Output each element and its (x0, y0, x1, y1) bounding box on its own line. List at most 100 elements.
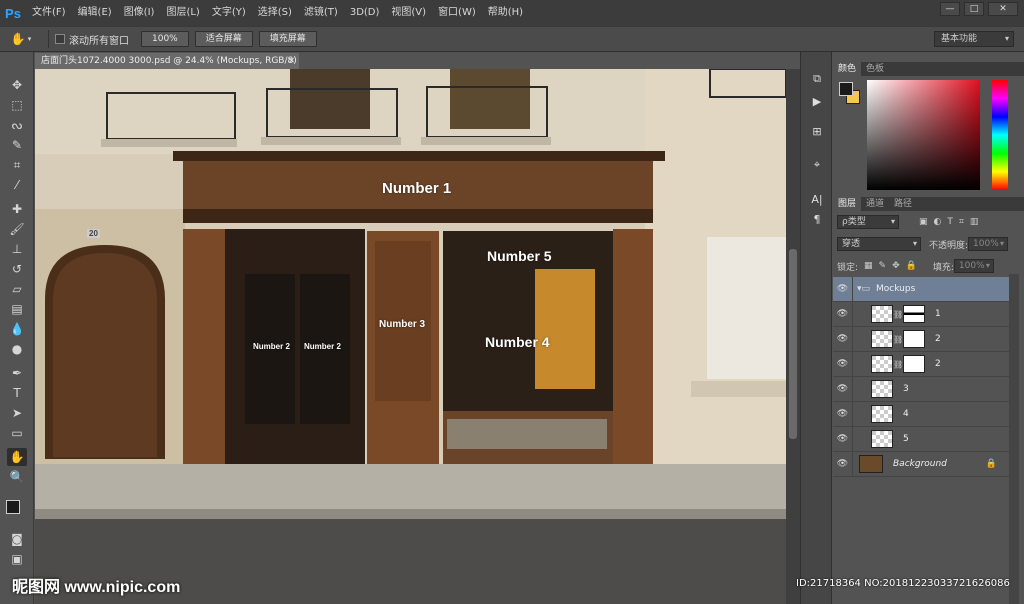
fill-screen-button[interactable]: 填充屏幕 (258, 31, 317, 47)
link-icon[interactable]: ⛓ (893, 310, 903, 319)
type-tool-icon[interactable]: T (7, 384, 27, 402)
hue-slider[interactable] (992, 80, 1008, 190)
minimize-button[interactable]: — (940, 2, 960, 16)
eyedropper-tool-icon[interactable]: ⁄ (7, 176, 27, 194)
eye-icon[interactable]: 👁 (833, 401, 853, 427)
zoom-tool-icon[interactable]: 🔍 (7, 468, 27, 486)
menu-file[interactable]: 文件(F) (26, 0, 72, 26)
layers-scrollbar[interactable] (1009, 274, 1019, 604)
eye-icon[interactable]: 👁 (833, 301, 853, 327)
brush-tool-icon[interactable]: 🖌 (7, 220, 27, 238)
menu-layer[interactable]: 图层(L) (160, 0, 205, 26)
link-icon[interactable]: ⛓ (893, 360, 903, 369)
fit-screen-button[interactable]: 适合屏幕 (194, 31, 253, 47)
panel-color-swatches[interactable] (839, 82, 861, 106)
actual-pixels-button[interactable]: 100% (141, 31, 189, 47)
pen-tool-icon[interactable]: ✒ (7, 364, 27, 382)
opacity-input[interactable]: 100% (968, 237, 1009, 251)
eye-icon[interactable]: 👁 (833, 276, 853, 302)
fill-input[interactable]: 100% (953, 259, 994, 273)
canvas-vertical-scrollbar[interactable] (786, 69, 800, 604)
clone-stamp-tool-icon[interactable]: ⊥ (7, 240, 27, 258)
layer-2a[interactable]: 👁 ⛓ 2 (833, 326, 1009, 352)
healing-brush-tool-icon[interactable]: ✚ (7, 200, 27, 218)
menu-select[interactable]: 选择(S) (252, 0, 298, 26)
properties-panel-icon[interactable]: ⊞ (809, 124, 825, 138)
menu-window[interactable]: 窗口(W) (432, 0, 482, 26)
layer-mask-thumbnail[interactable] (903, 330, 925, 348)
blend-mode-select[interactable]: 穿透 (837, 237, 921, 251)
eye-icon[interactable]: 👁 (833, 351, 853, 377)
scroll-all-windows-checkbox[interactable] (55, 34, 65, 44)
tab-paths[interactable]: 路径 (889, 197, 917, 211)
lock-row: 锁定: ▦✎✥🔒 填充: 100% (837, 258, 1019, 274)
quick-mask-icon[interactable]: ◙ (7, 530, 27, 548)
brush-panel-icon[interactable]: ⌖ (809, 158, 825, 172)
foreground-color-swatch[interactable] (6, 500, 20, 514)
crop-tool-icon[interactable]: ⌗ (7, 156, 27, 174)
menu-edit[interactable]: 编辑(E) (72, 0, 118, 26)
tool-preset-picker[interactable]: ✋ ▾ (0, 27, 42, 51)
number-1-label: Number 1 (382, 180, 452, 197)
lasso-tool-icon[interactable]: ᔓ (7, 116, 27, 134)
tab-swatches[interactable]: 色板 (861, 62, 889, 76)
layer-1[interactable]: 👁 ⛓ 1 (833, 301, 1009, 327)
blur-tool-icon[interactable]: 💧 (7, 320, 27, 338)
chevron-down-icon: ▾ (27, 35, 32, 43)
shape-tool-icon[interactable]: ▭ (7, 424, 27, 442)
eye-icon[interactable]: 👁 (833, 326, 853, 352)
layer-filter-kind[interactable]: ρ类型 (837, 215, 899, 229)
layer-3[interactable]: 👁 3 (833, 376, 1009, 402)
eye-icon[interactable]: 👁 (833, 451, 853, 477)
tab-color[interactable]: 颜色 (833, 62, 862, 76)
tab-layers[interactable]: 图层 (833, 197, 862, 211)
link-icon[interactable]: ⛓ (893, 335, 903, 344)
scrollbar-thumb[interactable] (789, 249, 797, 439)
path-select-tool-icon[interactable]: ➤ (7, 404, 27, 422)
eye-icon[interactable]: 👁 (833, 426, 853, 452)
layer-background[interactable]: 👁 Background 🔒 (833, 451, 1009, 477)
layer-4[interactable]: 👁 4 (833, 401, 1009, 427)
menu-image[interactable]: 图像(I) (118, 0, 161, 26)
history-panel-icon[interactable]: ⧉ (809, 72, 825, 86)
color-spectrum-field[interactable] (867, 80, 980, 190)
layer-name: 4 (903, 409, 909, 419)
quick-select-tool-icon[interactable]: ✎ (7, 136, 27, 154)
number-4-label: Number 4 (485, 334, 550, 350)
layer-filter-icons[interactable]: ▣◐T⌗▥ (919, 217, 984, 227)
document-canvas[interactable]: Number 1 Number 2 Number 2 Number 3 Numb… (35, 69, 786, 604)
menu-filter[interactable]: 滤镜(T) (298, 0, 344, 26)
actions-panel-icon[interactable]: ▶ (809, 94, 825, 108)
color-swatches[interactable] (6, 500, 30, 524)
menu-view[interactable]: 视图(V) (385, 0, 432, 26)
gradient-tool-icon[interactable]: ▤ (7, 300, 27, 318)
tab-channels[interactable]: 通道 (861, 197, 889, 211)
lock-label: 锁定: (837, 262, 859, 273)
eye-icon[interactable]: 👁 (833, 376, 853, 402)
restore-button[interactable]: □ (964, 2, 984, 16)
marquee-tool-icon[interactable]: ⬚ (7, 96, 27, 114)
layer-2b[interactable]: 👁 ⛓ 2 (833, 351, 1009, 377)
menu-3d[interactable]: 3D(D) (344, 0, 386, 26)
screen-mode-icon[interactable]: ▣ (7, 550, 27, 568)
dodge-tool-icon[interactable]: ● (7, 340, 27, 358)
layer-5[interactable]: 👁 5 (833, 426, 1009, 452)
paragraph-panel-icon[interactable]: ¶ (809, 212, 825, 226)
eraser-tool-icon[interactable]: ▱ (7, 280, 27, 298)
document-tab[interactable]: 店面门头1072.4000 3000.psd @ 24.4% (Mockups,… (35, 53, 299, 69)
hand-tool-icon[interactable]: ✋ (7, 448, 27, 466)
panel-icon-dock: ⧉ ▶ ⊞ ⌖ A| ¶ (800, 52, 832, 604)
layer-mask-thumbnail[interactable] (903, 355, 925, 373)
lock-icons[interactable]: ▦✎✥🔒 (864, 261, 923, 271)
character-panel-icon[interactable]: A| (809, 192, 825, 206)
close-button[interactable]: ✕ (988, 2, 1018, 16)
move-tool-icon[interactable]: ✥ (7, 76, 27, 94)
foreground-color-swatch[interactable] (839, 82, 853, 96)
workspace-select[interactable]: 基本功能 (934, 31, 1014, 47)
layer-mask-thumbnail[interactable] (903, 305, 925, 323)
menu-type[interactable]: 文字(Y) (206, 0, 252, 26)
history-brush-tool-icon[interactable]: ↺ (7, 260, 27, 278)
close-document-icon[interactable]: ✕ (288, 53, 295, 69)
layer-group-mockups[interactable]: 👁 ▾▭ Mockups (833, 276, 1009, 302)
menu-help[interactable]: 帮助(H) (482, 0, 529, 26)
